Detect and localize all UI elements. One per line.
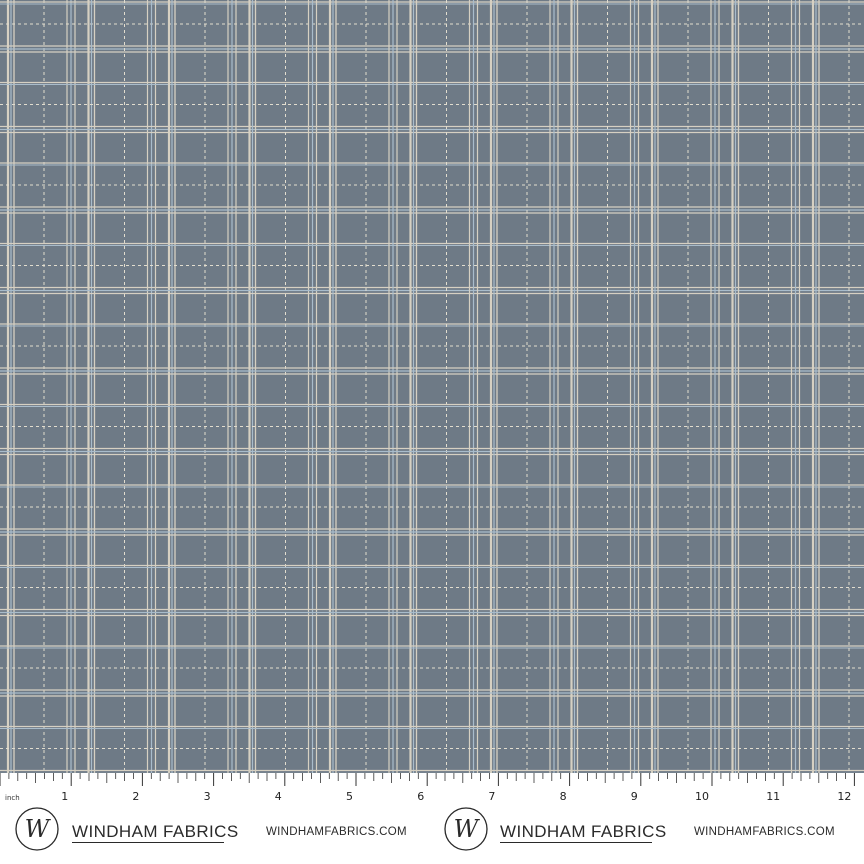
ruler-number: 7 bbox=[488, 790, 495, 803]
brand-underline bbox=[72, 842, 224, 843]
ruler-number: 10 bbox=[695, 790, 709, 803]
ruler-number: 4 bbox=[275, 790, 282, 803]
website-url: WINDHAMFABRICS.COM bbox=[694, 826, 835, 838]
ruler-number: 2 bbox=[132, 790, 139, 803]
fabric-swatch bbox=[0, 0, 864, 773]
ruler-number: 1 bbox=[61, 790, 68, 803]
ruler-number: 9 bbox=[631, 790, 638, 803]
ruler-number: 11 bbox=[766, 790, 780, 803]
ruler-number: 12 bbox=[837, 790, 851, 803]
ruler-number: 8 bbox=[560, 790, 567, 803]
ruler-number: 3 bbox=[204, 790, 211, 803]
ruler-number: 6 bbox=[417, 790, 424, 803]
windham-logo-icon: W bbox=[14, 806, 60, 852]
windham-logo-icon: W bbox=[443, 806, 489, 852]
website-url: WINDHAMFABRICS.COM bbox=[266, 826, 407, 838]
fabric-background bbox=[0, 0, 864, 773]
measurement-ruler: 1 2 3 4 5 6 7 8 9 10 11 12 inch bbox=[0, 773, 864, 864]
brand-underline bbox=[500, 842, 652, 843]
logo-letter: W bbox=[454, 815, 481, 843]
ruler-unit-label: inch bbox=[5, 794, 20, 802]
ruler-ticks: 1 2 3 4 5 6 7 8 9 10 11 12 bbox=[0, 773, 855, 803]
ruler-number: 5 bbox=[346, 790, 353, 803]
brand-name: WINDHAM FABRICS bbox=[72, 822, 239, 841]
brand-name: WINDHAM FABRICS bbox=[500, 822, 667, 841]
plaid-pattern bbox=[0, 0, 864, 773]
logo-letter: W bbox=[25, 815, 52, 843]
